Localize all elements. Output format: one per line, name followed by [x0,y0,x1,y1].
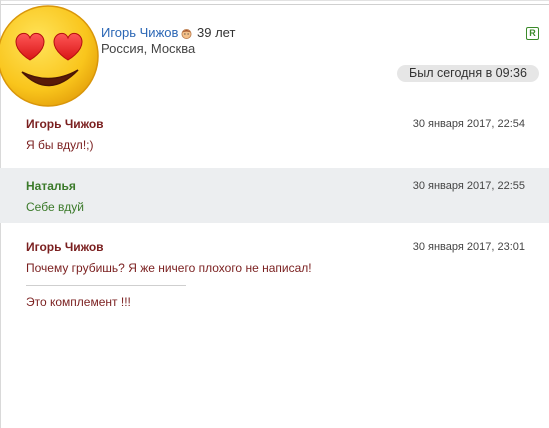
message-text-separator [26,285,186,286]
message-text-continued: Это комплемент !!! [26,295,131,309]
profile-name-link[interactable]: Игорь Чижов [101,25,178,40]
message-time: 30 января 2017, 23:01 [412,241,525,253]
message-text: Себе вдуй [26,200,84,214]
child-face-icon [181,29,192,39]
profile-location: Россия, Москва [101,41,196,56]
message-author[interactable]: Игорь Чижов [26,240,104,254]
message-text: Почему грубишь? Я же ничего плохого не н… [26,261,312,275]
frame-top-border [0,0,549,1]
message-time: 30 января 2017, 22:54 [412,118,525,130]
message-item: Игорь Чижов 30 января 2017, 22:54 Я бы в… [0,108,549,160]
message-author[interactable]: Игорь Чижов [26,117,104,131]
message-item: Наталья 30 января 2017, 22:55 Себе вдуй [0,168,549,223]
profile-age: 39 лет [197,25,236,40]
message-time: 30 января 2017, 22:55 [412,180,525,192]
message-text: Я бы вдул!;) [26,138,94,152]
message-author[interactable]: Наталья [26,179,76,193]
last-seen-status: Был сегодня в 09:36 [397,65,539,82]
message-item: Игорь Чижов 30 января 2017, 23:01 Почему… [0,231,549,321]
r-badge[interactable]: R [526,27,539,40]
heart-eyes-emoji-icon[interactable] [0,2,102,110]
